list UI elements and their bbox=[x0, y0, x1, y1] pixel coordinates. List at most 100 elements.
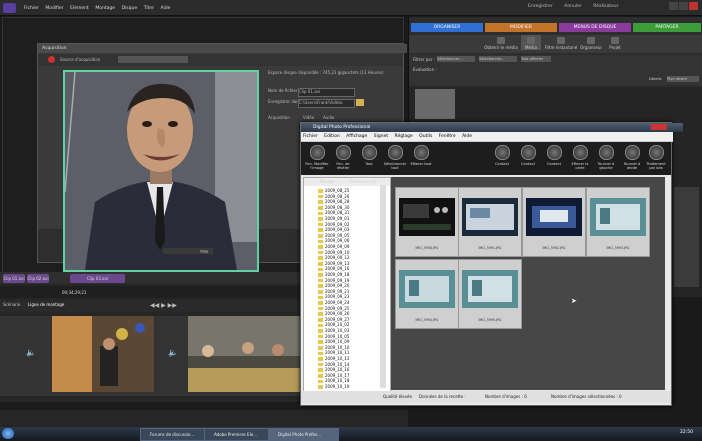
folder-icon[interactable] bbox=[356, 99, 364, 106]
select-all-button[interactable]: Sélectionner tout bbox=[382, 145, 408, 170]
dpp-titlebar[interactable]: Digital Photo Professional bbox=[301, 123, 683, 132]
media-thumbnail[interactable] bbox=[415, 89, 455, 119]
dpp-menu-affichage[interactable]: Affichage bbox=[346, 134, 367, 139]
dpp-menu-aide[interactable]: Aide bbox=[462, 134, 472, 139]
dpp-close-button[interactable] bbox=[651, 124, 667, 130]
dpp-toolbar: Fen. Modifier l'image Fen. de révéler To… bbox=[301, 142, 671, 175]
filter-select-2[interactable]: Sélectionner... bbox=[479, 56, 517, 62]
menu-modifier[interactable]: Modifier bbox=[45, 6, 63, 11]
reveal-icon bbox=[335, 145, 351, 160]
contact-button-2[interactable]: Contact bbox=[515, 145, 541, 166]
rotate-right-icon bbox=[624, 145, 640, 160]
edit-image-button[interactable]: Fen. Modifier l'image bbox=[304, 145, 330, 170]
project-button[interactable]: Projet bbox=[605, 35, 625, 50]
filename-input[interactable]: Clip 01.avi bbox=[298, 88, 355, 97]
reveal-button[interactable]: Fen. de révéler bbox=[330, 145, 356, 170]
tab-partager[interactable]: PARTAGER bbox=[633, 23, 701, 32]
contact-button-3[interactable]: Contact bbox=[541, 145, 567, 166]
start-button[interactable] bbox=[2, 428, 14, 439]
timeline-clip-2[interactable] bbox=[188, 316, 303, 392]
dpp-menu-signet[interactable]: Signet bbox=[374, 134, 388, 139]
all-button[interactable]: Tout bbox=[356, 145, 382, 166]
taskbar-forums[interactable]: Forums de discussio... bbox=[140, 428, 211, 441]
dpp-menu-fichier[interactable]: Fichier bbox=[303, 134, 318, 139]
save-location-input[interactable]: C:\Users\Frank\Vidéos bbox=[298, 99, 355, 108]
folder-label: 2009_10_02 bbox=[325, 322, 350, 328]
show-all-button[interactable]: Tout afficher bbox=[521, 56, 551, 62]
erase-card-button[interactable]: Effacer la carte bbox=[567, 145, 593, 170]
clip-1-image bbox=[52, 316, 154, 392]
film-icon bbox=[527, 37, 535, 44]
thumbnail-area: IMG_3990.JPG IMG_3991.JPG IMG_3992.JPG I… bbox=[391, 177, 665, 390]
menu-montage[interactable]: Montage bbox=[95, 6, 115, 11]
filter-select-1[interactable]: Sélectionner... bbox=[437, 56, 475, 62]
dpp-menu-outils[interactable]: Outils bbox=[419, 134, 432, 139]
clip-tab-3[interactable]: Clip 03.avi bbox=[70, 274, 125, 283]
play-icon[interactable]: ◀◀ ▶ ▶▶ bbox=[150, 302, 177, 309]
taskbar-dpp[interactable]: Digital Photo Profes... bbox=[268, 428, 339, 441]
folder-label: 2009_09_20 bbox=[325, 283, 350, 289]
menu-disque[interactable]: Disque bbox=[122, 6, 138, 11]
folder-icon bbox=[318, 245, 323, 249]
thumbnail-6[interactable]: IMG_3995.JPG bbox=[458, 259, 522, 329]
thumbnail-5[interactable]: IMG_3994.JPG bbox=[395, 259, 459, 329]
folder-label: 2009_10_05 bbox=[325, 333, 350, 339]
dpp-menu-fenetre[interactable]: Fenêtre bbox=[439, 134, 456, 139]
thumbnail-caption: IMG_3995.JPG bbox=[478, 318, 502, 322]
tab-ligne-montage[interactable]: Ligne de montage bbox=[28, 302, 64, 307]
menu-fichier[interactable]: Fichier bbox=[24, 6, 39, 11]
tab-menus-disque[interactable]: MENUS DE DISQUE bbox=[559, 23, 631, 32]
menu-titre[interactable]: Titre bbox=[144, 6, 154, 11]
save-button[interactable]: Enregistrer bbox=[528, 4, 553, 9]
folder-icon bbox=[318, 200, 323, 204]
dpp-menu-edition[interactable]: Edition bbox=[324, 134, 340, 139]
folder-icon bbox=[318, 250, 323, 255]
rotate-left-button[interactable]: Tourner à gauche bbox=[593, 145, 619, 170]
close-button[interactable] bbox=[689, 2, 698, 10]
folder-label: 2009_09_18 bbox=[325, 272, 350, 277]
folder-icon bbox=[318, 340, 323, 344]
get-media-button[interactable]: Obtenir le média bbox=[481, 35, 521, 50]
folder-icon bbox=[318, 278, 323, 283]
details-checkbox[interactable]: Détails bbox=[649, 77, 661, 81]
folder-scrollbar[interactable] bbox=[380, 185, 386, 388]
folder-item[interactable]: 2009_10_19 bbox=[318, 384, 349, 390]
batch-button[interactable]: Traitement par lots bbox=[643, 145, 669, 170]
tab-dossier[interactable]: Dossier bbox=[320, 178, 335, 186]
video-checkbox[interactable]: Vidéo bbox=[303, 115, 314, 120]
contact-button-1[interactable]: Contact bbox=[489, 145, 515, 166]
tab-scenario[interactable]: Scénario bbox=[3, 302, 20, 307]
media-button[interactable]: Média bbox=[521, 35, 541, 50]
folder-label: 2009_09_05 bbox=[325, 232, 350, 238]
thumbnail-2[interactable]: IMG_3991.JPG bbox=[458, 187, 522, 257]
timeline-clip-1[interactable] bbox=[52, 316, 154, 392]
tab-modifier[interactable]: MODIFIER bbox=[485, 23, 557, 32]
clip-tab-1[interactable]: Clip 01.avi bbox=[3, 274, 25, 283]
menu-aide[interactable]: Aide bbox=[160, 6, 170, 11]
rotate-right-button[interactable]: Tourner à droite bbox=[619, 145, 645, 170]
director-button[interactable]: Réalisateur bbox=[593, 4, 618, 9]
audio-checkbox[interactable]: Audio bbox=[323, 115, 334, 120]
minimize-button[interactable] bbox=[669, 2, 678, 10]
source-select[interactable] bbox=[118, 56, 188, 63]
clear-all-button[interactable]: Effacer tout bbox=[408, 145, 434, 166]
sort-select[interactable]: Plus récent bbox=[667, 76, 699, 82]
tab-organiser[interactable]: ORGANISER bbox=[411, 23, 483, 32]
menu-element[interactable]: Elément bbox=[70, 6, 89, 11]
taskbar-premiere[interactable]: Adobe Premiere Ele... bbox=[204, 428, 275, 441]
undo-button[interactable]: Annuler bbox=[564, 4, 582, 9]
tab-collection[interactable]: Collection (0) bbox=[350, 178, 377, 186]
all-icon bbox=[361, 145, 377, 160]
dpp-menu-reglage[interactable]: Réglage bbox=[395, 134, 413, 139]
thumbnail-1[interactable]: IMG_3990.JPG bbox=[395, 187, 459, 257]
thumbnail-caption: IMG_3991.JPG bbox=[478, 246, 502, 250]
clip-tab-2[interactable]: Clip 02.avi bbox=[27, 274, 49, 283]
image-count-status: Nombre d'images : 6 bbox=[485, 394, 527, 399]
maximize-button[interactable] bbox=[679, 2, 688, 10]
organizer-button[interactable]: Organiseur bbox=[579, 35, 603, 50]
instant-filter-button[interactable]: Filtre instantané bbox=[543, 35, 579, 50]
quality-status: Qualité élevée bbox=[383, 394, 412, 399]
thumbnail-3[interactable]: IMG_3992.JPG bbox=[522, 187, 586, 257]
thumbnail-4[interactable]: IMG_3993.JPG bbox=[586, 187, 650, 257]
folder-label: 2009_10_03 bbox=[325, 328, 350, 333]
